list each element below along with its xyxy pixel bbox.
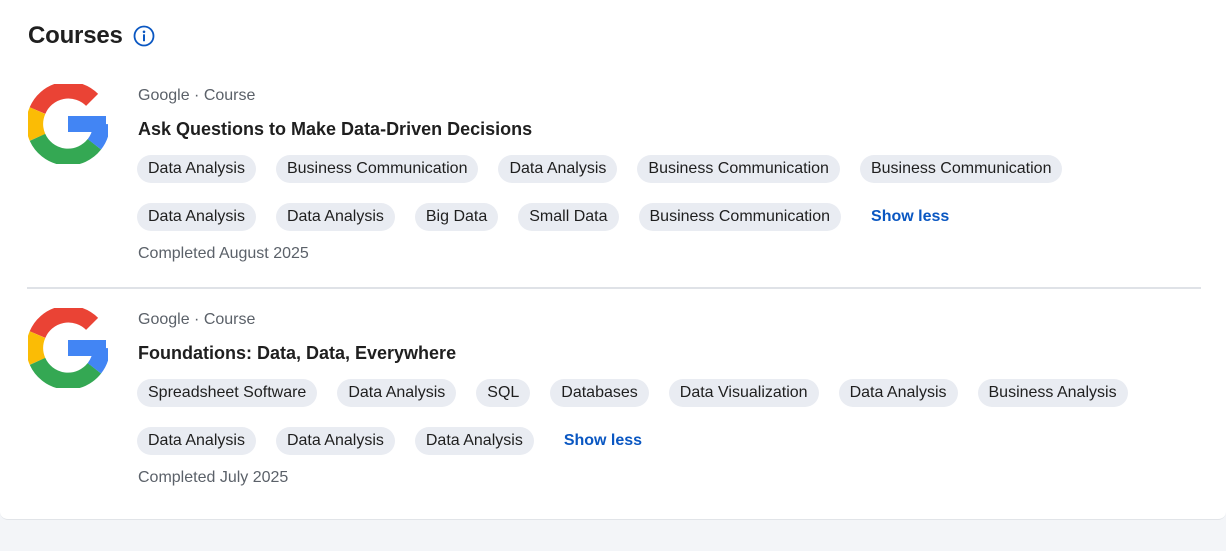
skill-tag: Business Analysis bbox=[977, 379, 1128, 407]
google-logo-icon bbox=[26, 305, 110, 390]
completion-date: Completed July 2025 bbox=[138, 469, 289, 486]
skill-tag: Business Communication bbox=[859, 155, 1063, 183]
skill-tag: Business Communication bbox=[638, 203, 842, 231]
show-less-button[interactable]: Show less bbox=[554, 432, 652, 450]
skill-tag: Business Communication bbox=[275, 155, 479, 183]
course-provider: Google · Course bbox=[138, 311, 256, 328]
skills-row: Data Analysis Business Communication Dat… bbox=[137, 155, 1063, 183]
completion-date: Completed August 2025 bbox=[138, 245, 309, 262]
show-less-button[interactable]: Show less bbox=[861, 208, 959, 226]
skill-tag: Data Analysis bbox=[414, 427, 534, 455]
skill-tag: Spreadsheet Software bbox=[137, 379, 318, 407]
skill-tag: Data Analysis bbox=[337, 379, 457, 407]
skill-tag: Data Analysis bbox=[137, 203, 256, 231]
google-logo-icon bbox=[26, 81, 110, 166]
divider bbox=[27, 287, 1201, 289]
skills-row: Data Analysis Data Analysis Big Data Sma… bbox=[137, 203, 959, 231]
courses-card: Courses Google · Course Ask Questions to… bbox=[0, 0, 1226, 520]
course-title[interactable]: Foundations: Data, Data, Everywhere bbox=[138, 343, 456, 364]
skills-row: Spreadsheet Software Data Analysis SQL D… bbox=[137, 379, 1128, 407]
course-title[interactable]: Ask Questions to Make Data-Driven Decisi… bbox=[138, 119, 532, 140]
skill-tag: SQL bbox=[476, 379, 531, 407]
skill-tag: Data Analysis bbox=[137, 155, 256, 183]
course-provider: Google · Course bbox=[138, 87, 256, 104]
section-title: Courses bbox=[28, 22, 123, 49]
skill-tag: Small Data bbox=[518, 203, 619, 231]
skill-tag: Databases bbox=[550, 379, 649, 407]
skill-tag: Data Visualization bbox=[668, 379, 819, 407]
skill-tag: Data Analysis bbox=[275, 203, 395, 231]
skill-tag: Business Communication bbox=[637, 155, 840, 183]
skill-tag: Data Analysis bbox=[275, 427, 395, 455]
skill-tag: Data Analysis bbox=[838, 379, 958, 407]
skills-row: Data Analysis Data Analysis Data Analysi… bbox=[137, 427, 652, 455]
skill-tag: Data Analysis bbox=[137, 427, 256, 455]
info-icon[interactable] bbox=[133, 25, 155, 47]
skill-tag: Data Analysis bbox=[498, 155, 618, 183]
skill-tag: Big Data bbox=[414, 203, 499, 231]
section-header: Courses bbox=[28, 22, 155, 50]
